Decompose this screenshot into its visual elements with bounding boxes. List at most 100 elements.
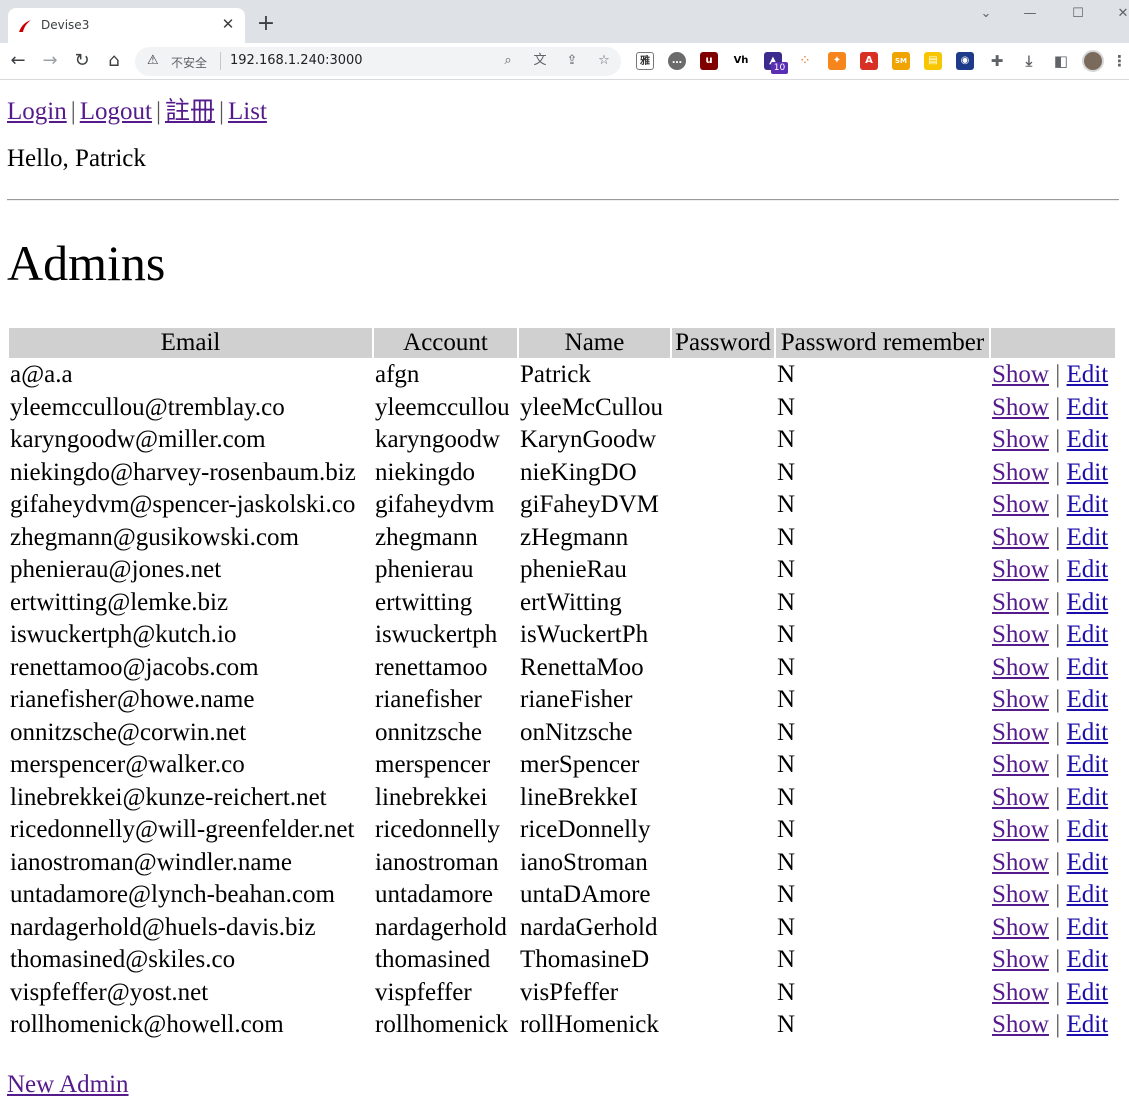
extensions-icon[interactable]: ✚: [988, 52, 1006, 70]
pdf-icon[interactable]: A: [860, 52, 878, 70]
ext-colorful-icon[interactable]: ◉: [956, 52, 974, 70]
sidepanel-icon[interactable]: ◧: [1052, 52, 1070, 70]
name-cell: ertWitting: [520, 588, 622, 616]
browser-tab[interactable]: Devise3 ✕: [8, 8, 245, 43]
download-icon[interactable]: ⤓: [1020, 52, 1038, 70]
ext-note-icon[interactable]: ▤: [924, 52, 942, 70]
show-link[interactable]: Show: [992, 816, 1049, 843]
edit-link[interactable]: Edit: [1066, 621, 1108, 648]
edit-link[interactable]: Edit: [1066, 881, 1108, 908]
translate-icon[interactable]: 文: [531, 52, 549, 70]
url-text[interactable]: 192.168.1.240:3000: [230, 53, 363, 68]
new-admin-link[interactable]: New Admin: [7, 1071, 129, 1099]
forward-icon[interactable]: →: [40, 51, 60, 71]
edit-link[interactable]: Edit: [1066, 979, 1108, 1006]
insecure-label[interactable]: 不安全: [171, 54, 207, 71]
show-link[interactable]: Show: [992, 849, 1049, 876]
edit-link[interactable]: Edit: [1066, 426, 1108, 453]
password-remember-cell: N: [777, 848, 796, 876]
edit-link[interactable]: Edit: [1066, 686, 1108, 713]
password-cell: [672, 783, 774, 814]
edit-link[interactable]: Edit: [1066, 751, 1108, 778]
ext-vh-icon[interactable]: Vh: [732, 52, 750, 70]
show-link[interactable]: Show: [992, 524, 1049, 551]
actions-cell: Show | Edit: [991, 555, 1115, 586]
avatar[interactable]: [1082, 50, 1104, 72]
edit-link[interactable]: Edit: [1066, 394, 1108, 421]
edit-link[interactable]: Edit: [1066, 556, 1108, 583]
register-link[interactable]: 註冊: [165, 98, 215, 125]
edit-link[interactable]: Edit: [1066, 524, 1108, 551]
ublock-icon[interactable]: u: [700, 52, 718, 70]
actions-cell: Show | Edit: [991, 685, 1115, 716]
close-window-icon[interactable]: ✕: [1113, 6, 1129, 21]
show-link[interactable]: Show: [992, 1011, 1049, 1038]
password-remember-cell: N: [777, 523, 796, 551]
show-link[interactable]: Show: [992, 719, 1049, 746]
edit-link[interactable]: Edit: [1066, 361, 1108, 388]
password-cell: [672, 913, 774, 944]
home-icon[interactable]: ⌂: [104, 51, 124, 71]
show-link[interactable]: Show: [992, 751, 1049, 778]
edit-link[interactable]: Edit: [1066, 459, 1108, 486]
show-link[interactable]: Show: [992, 979, 1049, 1006]
email-cell: linebrekkei@kunze-reichert.net: [10, 783, 327, 811]
show-link[interactable]: Show: [992, 361, 1049, 388]
show-link[interactable]: Show: [992, 394, 1049, 421]
ext-smart-icon[interactable]: SM: [892, 52, 910, 70]
edit-link[interactable]: Edit: [1066, 816, 1108, 843]
email-cell: vispfeffer@yost.net: [10, 978, 209, 1006]
table-row: zhegmann@gusikowski.com zhegmann zHegmann N…: [9, 523, 1115, 554]
share-icon[interactable]: ⇪: [563, 52, 581, 70]
close-tab-icon[interactable]: ✕: [219, 15, 237, 33]
email-cell: iswuckertph@kutch.io: [10, 621, 237, 649]
ext-chat-icon[interactable]: …: [668, 52, 686, 70]
name-cell: KarynGoodw: [520, 426, 657, 454]
edit-link[interactable]: Edit: [1066, 589, 1108, 616]
edit-link[interactable]: Edit: [1066, 784, 1108, 811]
password-remember-cell: N: [777, 458, 796, 486]
metamask-icon[interactable]: ✦: [828, 52, 846, 70]
warning-icon[interactable]: ⚠: [147, 53, 159, 68]
edit-link[interactable]: Edit: [1066, 719, 1108, 746]
show-link[interactable]: Show: [992, 784, 1049, 811]
show-link[interactable]: Show: [992, 589, 1049, 616]
edit-link[interactable]: Edit: [1066, 914, 1108, 941]
actions-cell: Show | Edit: [991, 458, 1115, 489]
show-link[interactable]: Show: [992, 881, 1049, 908]
ext-dots-icon[interactable]: ⁘: [796, 52, 814, 70]
table-row: linebrekkei@kunze-reichert.net linebrekke…: [9, 783, 1115, 814]
login-link[interactable]: Login: [7, 98, 67, 125]
new-tab-icon[interactable]: +: [256, 13, 276, 35]
minimize-icon[interactable]: —: [1020, 6, 1040, 21]
show-link[interactable]: Show: [992, 654, 1049, 681]
show-link[interactable]: Show: [992, 621, 1049, 648]
back-icon[interactable]: ←: [8, 51, 28, 71]
tab-search-icon[interactable]: ⌄: [976, 6, 996, 21]
edit-link[interactable]: Edit: [1066, 1011, 1108, 1038]
reload-icon[interactable]: ↻: [72, 51, 92, 71]
show-link[interactable]: Show: [992, 686, 1049, 713]
actions-cell: Show | Edit: [991, 848, 1115, 879]
maximize-icon[interactable]: ☐: [1068, 6, 1088, 21]
show-link[interactable]: Show: [992, 946, 1049, 973]
show-link[interactable]: Show: [992, 556, 1049, 583]
edit-link[interactable]: Edit: [1066, 491, 1108, 518]
star-icon[interactable]: ☆: [595, 52, 613, 70]
show-link[interactable]: Show: [992, 426, 1049, 453]
address-bar[interactable]: ⚠ 不安全 192.168.1.240:3000 ⌕ 文 ⇪ ☆: [135, 47, 621, 76]
account-cell: nardagerhold: [375, 913, 507, 941]
action-separator: |: [1055, 621, 1061, 649]
actions-cell: Show | Edit: [991, 978, 1115, 1009]
list-link[interactable]: List: [228, 98, 267, 125]
edit-link[interactable]: Edit: [1066, 654, 1108, 681]
edit-link[interactable]: Edit: [1066, 849, 1108, 876]
search-icon[interactable]: ⌕: [499, 52, 517, 70]
menu-icon[interactable]: ⋮: [1112, 52, 1127, 70]
show-link[interactable]: Show: [992, 459, 1049, 486]
ext-ya-icon[interactable]: 雅: [636, 52, 654, 70]
show-link[interactable]: Show: [992, 491, 1049, 518]
logout-link[interactable]: Logout: [80, 98, 152, 125]
edit-link[interactable]: Edit: [1066, 946, 1108, 973]
show-link[interactable]: Show: [992, 914, 1049, 941]
